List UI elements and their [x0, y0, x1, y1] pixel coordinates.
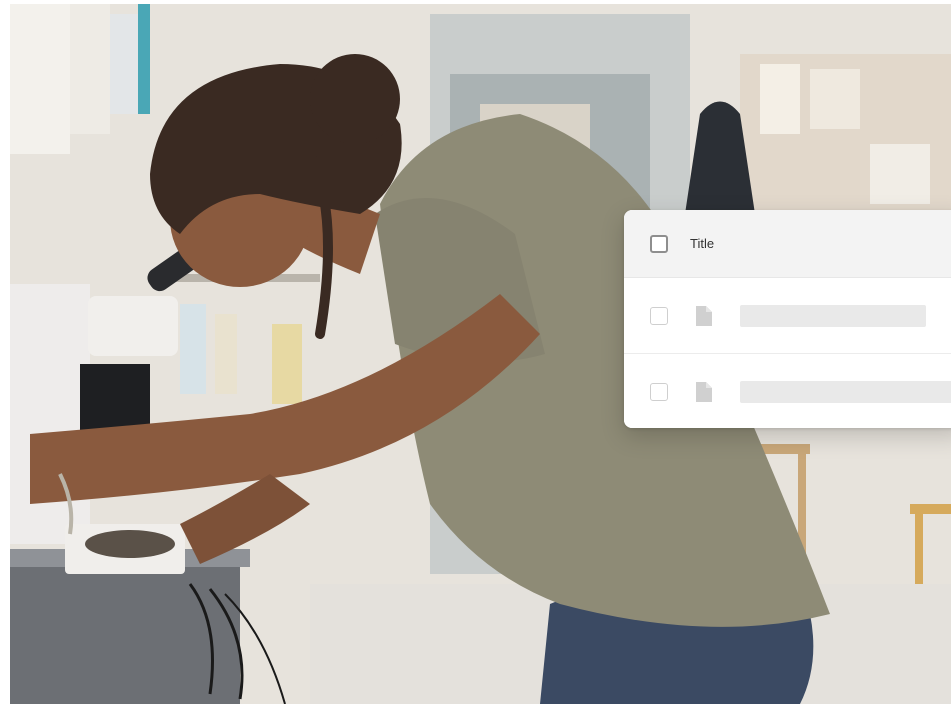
row-checkbox[interactable]: [650, 382, 668, 401]
select-all-checkbox[interactable]: [650, 234, 668, 253]
title-placeholder: [740, 304, 926, 327]
hero-stage: Title: [0, 0, 951, 704]
table-header: Title: [624, 210, 951, 278]
file-icon: [696, 381, 712, 402]
table-row[interactable]: [624, 278, 951, 354]
file-icon: [696, 305, 712, 326]
row-checkbox[interactable]: [650, 306, 668, 325]
file-table-card: Title: [624, 210, 951, 428]
table-row[interactable]: [624, 354, 951, 428]
title-placeholder: [740, 380, 951, 403]
title-column-header[interactable]: Title: [690, 236, 714, 251]
